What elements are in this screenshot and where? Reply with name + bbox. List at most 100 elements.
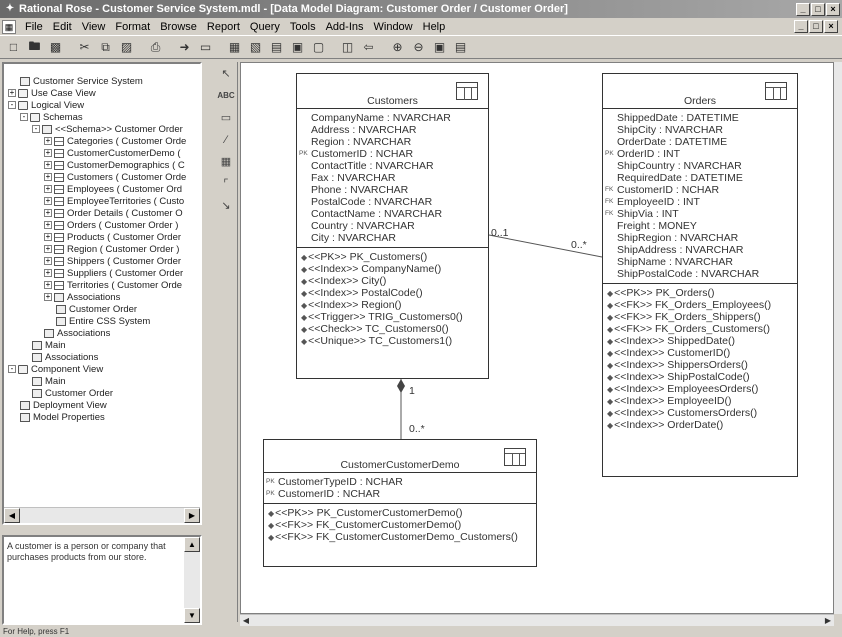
documentation-vscrollbar[interactable]: ▲ ▼ [184,537,200,623]
operation[interactable]: ◆<<Index>> CustomersOrders() [603,407,797,419]
tree-item[interactable]: Deployment View [4,400,200,412]
menu-report[interactable]: Report [202,21,245,33]
anchor-note-tool-icon[interactable]: ∕ [216,130,236,150]
tree-item[interactable]: - <<Schema>> Customer Order [4,124,200,136]
tree-item[interactable]: - Logical View [4,100,200,112]
tree-item[interactable]: + Shippers ( Customer Order [4,256,200,268]
tree-item[interactable]: Entire CSS System [4,316,200,328]
diagram-hscrollbar[interactable]: ◀ ▶ [240,614,834,626]
doc-minimize-button[interactable]: _ [794,20,808,33]
collapse-icon[interactable]: - [8,101,16,110]
new-icon[interactable]: □ [4,38,23,56]
tree-item[interactable]: + Region ( Customer Order ) [4,244,200,256]
column[interactable]: Address : NVARCHAR [297,124,488,136]
tree-item[interactable]: + Use Case View [4,88,200,100]
selection-tool-icon[interactable]: ↖ [216,64,236,84]
tree-item[interactable]: + Territories ( Customer Orde [4,280,200,292]
browse-previous-icon[interactable]: ⇦ [359,38,378,56]
tree-item[interactable]: + Categories ( Customer Orde [4,136,200,148]
column[interactable]: ShipCountry : NVARCHAR [603,160,797,172]
minimize-button[interactable]: _ [796,2,810,16]
expand-icon[interactable]: + [44,281,52,290]
tree-item[interactable]: Customer Service System [4,76,200,88]
paste-icon[interactable]: ▨ [117,38,136,56]
operation[interactable]: ◆<<FK>> FK_Orders_Employees() [603,299,797,311]
tree-item[interactable]: + Employees ( Customer Ord [4,184,200,196]
tree-item[interactable]: + EmployeeTerritories ( Custo [4,196,200,208]
browser-hscrollbar[interactable]: ◀ ▶ [4,507,200,523]
document-icon[interactable]: ▦ [2,19,16,34]
tree-item[interactable]: - Schemas [4,112,200,124]
documentation-panel[interactable]: A customer is a person or company that p… [2,535,202,625]
tree-item[interactable]: + Orders ( Customer Order ) [4,220,200,232]
expand-icon[interactable]: + [44,257,52,266]
browse-component-diagram-icon[interactable]: ▤ [267,38,286,56]
customers-table[interactable]: Customers CompanyName : NVARCHAR Address … [296,73,489,379]
column[interactable]: Freight : MONEY [603,220,797,232]
expand-icon[interactable]: + [44,185,52,194]
close-button[interactable]: × [826,2,840,16]
operation[interactable]: ◆<<PK>> PK_Customers() [297,251,488,263]
operation[interactable]: ◆<<PK>> PK_Orders() [603,287,797,299]
menu-query[interactable]: Query [245,21,285,33]
browse-state-diagram-icon[interactable]: ▣ [288,38,307,56]
collapse-icon[interactable]: - [20,113,28,122]
operation[interactable]: ◆<<FK>> FK_Orders_Shippers() [603,311,797,323]
column[interactable]: OrderDate : DATETIME [603,136,797,148]
scroll-down-arrow-icon[interactable]: ▼ [184,608,200,623]
tree-item[interactable]: Associations [4,352,200,364]
menu-browse[interactable]: Browse [155,21,202,33]
column[interactable]: CompanyName : NVARCHAR [297,112,488,124]
operation[interactable]: ◆<<PK>> PK_CustomerCustomerDemo() [264,507,536,519]
column[interactable]: City : NVARCHAR [297,232,488,244]
menu-view[interactable]: View [77,21,111,33]
scroll-right-arrow-icon[interactable]: ▶ [184,508,200,523]
diagram-vscrollbar[interactable] [834,62,842,614]
column[interactable]: FK ShipVia : INT [603,208,797,220]
open-icon[interactable]: 🖿 [25,38,44,56]
tree-item[interactable]: + Products ( Customer Order [4,232,200,244]
operation[interactable]: ◆<<Index>> EmployeeID() [603,395,797,407]
tree-item[interactable]: Model Properties [4,412,200,424]
expand-icon[interactable]: + [44,137,52,146]
print-icon[interactable]: ⎙ [146,38,165,56]
column[interactable]: ShippedDate : DATETIME [603,112,797,124]
operation[interactable]: ◆<<Unique>> TC_Customers1() [297,335,488,347]
tree-item[interactable]: + CustomerDemographics ( C [4,160,200,172]
customercustomerdemo-table[interactable]: CustomerCustomerDemo PK CustomerTypeID : … [263,439,537,567]
column[interactable]: RequiredDate : DATETIME [603,172,797,184]
expand-icon[interactable]: + [8,89,16,98]
tree-item[interactable]: + Order Details ( Customer O [4,208,200,220]
maximize-button[interactable]: □ [811,2,825,16]
cut-icon[interactable]: ✂ [75,38,94,56]
zoom-in-icon[interactable]: ⊕ [388,38,407,56]
scroll-up-arrow-icon[interactable]: ▲ [184,537,200,552]
column[interactable]: Country : NVARCHAR [297,220,488,232]
menu-file[interactable]: File [20,21,48,33]
expand-icon[interactable]: + [44,245,52,254]
tree-item[interactable]: Customer Order [4,388,200,400]
operation[interactable]: ◆<<FK>> FK_Orders_Customers() [603,323,797,335]
note-tool-icon[interactable]: ▭ [216,108,236,128]
tree-item[interactable]: + Customers ( Customer Orde [4,172,200,184]
expand-icon[interactable]: + [44,269,52,278]
browse-class-diagram-icon[interactable]: ▦ [225,38,244,56]
column[interactable]: ShipAddress : NVARCHAR [603,244,797,256]
column[interactable]: PK CustomerTypeID : NCHAR [264,476,536,488]
expand-icon[interactable]: + [44,209,52,218]
relationship-tool-icon[interactable]: ⌜ [216,174,236,194]
operation[interactable]: ◆<<FK>> FK_CustomerCustomerDemo() [264,519,536,531]
column[interactable]: Fax : NVARCHAR [297,172,488,184]
tree-item[interactable]: + Suppliers ( Customer Order [4,268,200,280]
tree-item[interactable]: Main [4,340,200,352]
expand-icon[interactable]: + [44,293,52,302]
column[interactable]: PK CustomerID : NCHAR [264,488,536,500]
tree-item[interactable]: Associations [4,328,200,340]
collapse-icon[interactable]: - [32,125,40,134]
operation[interactable]: ◆<<Index>> ShipPostalCode() [603,371,797,383]
column[interactable]: ShipName : NVARCHAR [603,256,797,268]
operation[interactable]: ◆<<Index>> OrderDate() [603,419,797,431]
operation[interactable]: ◆<<Index>> EmployeesOrders() [603,383,797,395]
context-help-icon[interactable]: ➜ [175,38,194,56]
operation[interactable]: ◆<<Index>> CustomerID() [603,347,797,359]
